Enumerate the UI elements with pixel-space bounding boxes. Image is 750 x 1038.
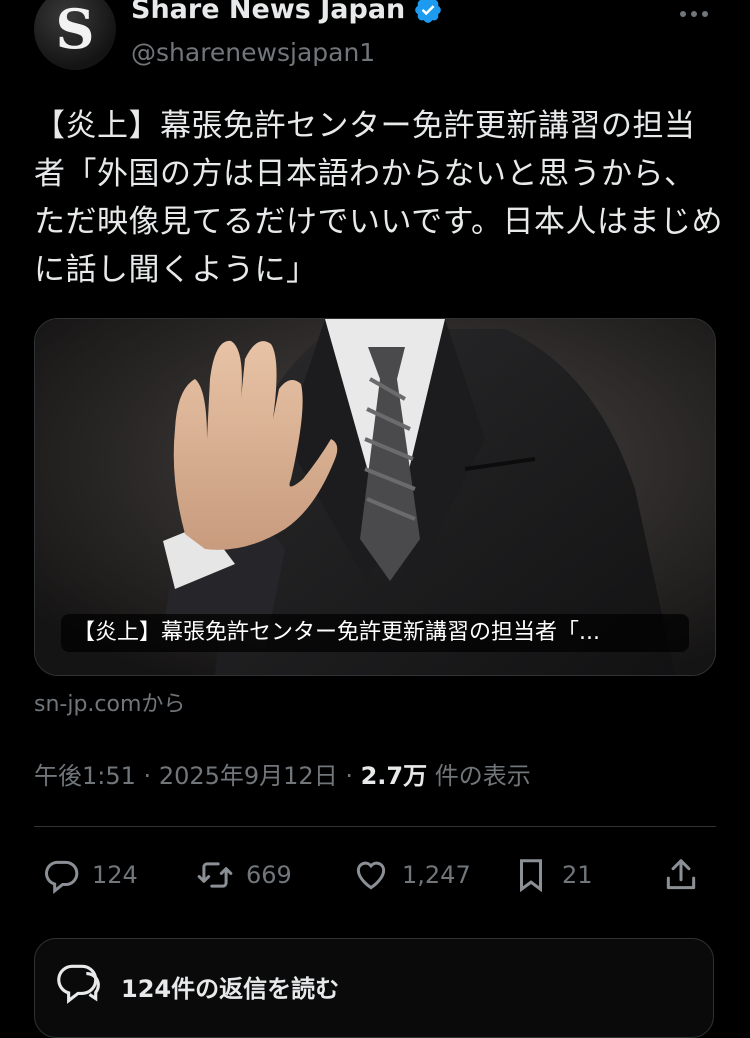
reply-button[interactable]: 124 xyxy=(42,852,138,898)
tweet-text: 【炎上】幕張免許センター免許更新講習の担当者「外国の方は日本語わからないと思うか… xyxy=(34,108,723,288)
bookmark-icon xyxy=(519,859,543,893)
avatar-letter: S xyxy=(55,0,95,61)
link-card[interactable]: 【炎上】幕張免許センター免許更新講習の担当者「... xyxy=(34,318,716,676)
account-name[interactable]: Share News Japan xyxy=(131,0,405,25)
repost-icon xyxy=(197,862,233,888)
like-count: 1,247 xyxy=(402,861,471,889)
tweet-meta: 午後1:51 · 2025年9月12日 · 2.7万 件の表示 xyxy=(34,756,531,791)
views-count: 2.7万 xyxy=(360,762,428,790)
views-label: 件の表示 xyxy=(434,762,531,790)
action-bar: 124 669 1,247 21 xyxy=(34,852,716,898)
verified-badge-icon xyxy=(415,0,442,23)
card-caption: 【炎上】幕張免許センター免許更新講習の担当者「... xyxy=(61,614,689,652)
card-source[interactable]: sn-jp.comから xyxy=(34,686,185,718)
bookmark-button[interactable]: 21 xyxy=(512,852,593,898)
share-button[interactable] xyxy=(662,852,700,898)
like-button[interactable]: 1,247 xyxy=(352,852,471,898)
read-replies-label: 124件の返信を読む xyxy=(121,975,340,1003)
read-replies-button[interactable]: 124件の返信を読む xyxy=(34,938,714,1038)
share-icon xyxy=(666,859,696,890)
replies-icon xyxy=(57,964,100,1004)
reply-count: 124 xyxy=(92,861,138,889)
meta-separator: · xyxy=(345,762,361,790)
divider xyxy=(34,826,716,827)
account-handle[interactable]: @sharenewsjapan1 xyxy=(131,38,375,67)
meta-separator: · xyxy=(143,762,159,790)
heart-icon xyxy=(356,861,386,890)
tweet-time: 午後1:51 xyxy=(34,762,136,790)
tweet-date[interactable]: 2025年9月12日 xyxy=(159,762,338,790)
reply-icon xyxy=(45,860,79,894)
account-name-row: Share News Japan xyxy=(131,0,443,25)
bookmark-count: 21 xyxy=(562,861,593,889)
profile-avatar[interactable]: S xyxy=(34,0,116,70)
repost-count: 669 xyxy=(246,861,292,889)
repost-button[interactable]: 669 xyxy=(196,852,292,898)
more-options-icon[interactable] xyxy=(680,4,716,24)
